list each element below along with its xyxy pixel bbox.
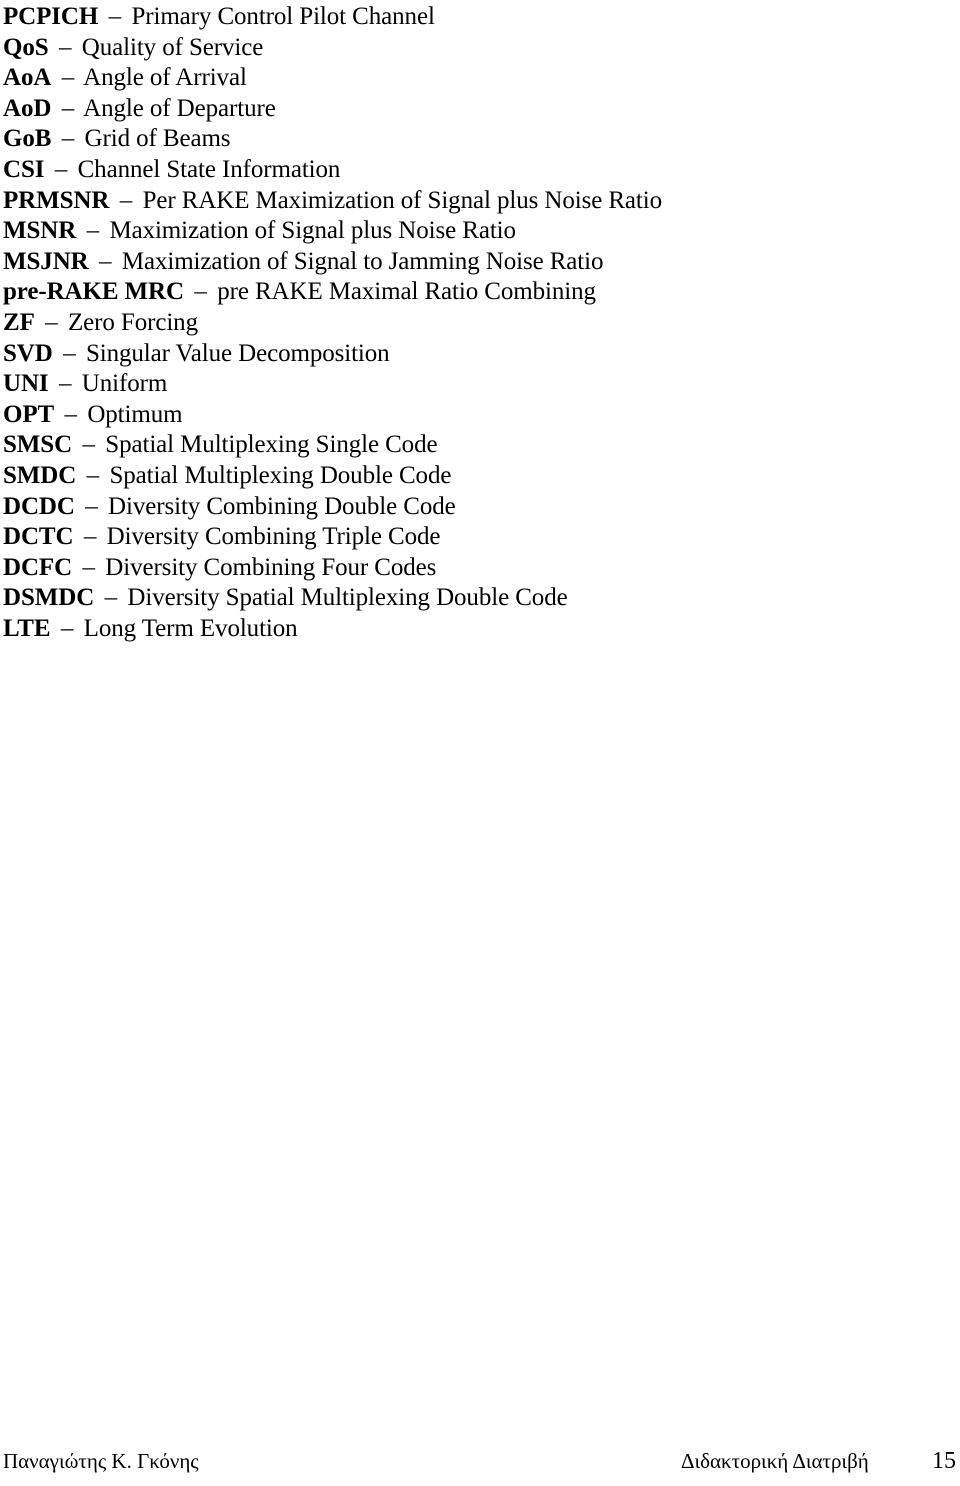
abbreviation-definition: Primary Control Pilot Channel (131, 3, 435, 30)
footer-document-type: Διδακτορική Διατριβή (681, 1449, 869, 1473)
abbreviation-definition: Long Term Evolution (83, 614, 298, 642)
abbreviation-entry: ZF – Zero Forcing (3, 308, 933, 339)
abbreviation-term: MSNR (3, 217, 77, 245)
abbreviation-definition: Diversity Combining Triple Code (106, 523, 441, 551)
abbreviation-term: SMDC (3, 461, 77, 489)
abbreviation-separator: – (63, 339, 76, 367)
abbreviation-definition: Spatial Multiplexing Double Code (109, 461, 452, 489)
abbreviation-entry: SVD – Singular Value Decomposition (3, 339, 933, 370)
abbreviation-definition: Zero Forcing (67, 308, 198, 336)
abbreviation-entry: AoA – Angle of Arrival (3, 63, 933, 94)
footer-page-number: 15 (932, 1448, 956, 1474)
abbreviation-entry: MSNR – Maximization of Signal plus Noise… (3, 216, 933, 247)
abbreviation-separator: – (58, 33, 72, 61)
abbreviation-entry: DSMDC – Diversity Spatial Multiplexing D… (3, 583, 933, 614)
abbreviation-entry: GoB – Grid of Beams (3, 124, 933, 155)
abbreviation-definition: Maximization of Signal to Jamming Noise … (121, 247, 604, 275)
abbreviation-entry: UNI – Uniform (3, 369, 933, 400)
abbreviation-separator: – (86, 217, 100, 245)
abbreviation-term: SMSC (3, 431, 73, 459)
abbreviation-definition: Maximization of Signal plus Noise Ratio (109, 217, 516, 245)
abbreviation-term: CSI (3, 155, 45, 183)
abbreviation-definition: Per RAKE Maximization of Signal plus Noi… (142, 186, 663, 214)
abbreviation-definition: Singular Value Decomposition (85, 339, 390, 367)
abbreviation-term: GoB (3, 125, 52, 153)
abbreviation-separator: – (119, 186, 133, 214)
abbreviation-definition: Quality of Service (81, 33, 264, 61)
abbreviation-list: PCPICH – Primary Control Pilot Channel Qo… (3, 2, 933, 644)
abbreviation-separator: – (58, 370, 72, 398)
page-footer: Παναγιώτης Κ. Γκόνης Διδακτορική Διατριβ… (0, 1446, 960, 1486)
abbreviation-term: PCPICH (3, 3, 99, 30)
abbreviation-separator: – (45, 308, 58, 336)
abbreviation-entry: SMDC – Spatial Multiplexing Double Code (3, 461, 933, 492)
abbreviation-term: pre-RAKE MRC (3, 278, 184, 306)
abbreviation-entry: SMSC – Spatial Multiplexing Single Code (3, 430, 933, 461)
abbreviation-entry: PCPICH – Primary Control Pilot Channel (3, 2, 933, 33)
abbreviation-entry: DCDC – Diversity Combining Double Code (3, 492, 933, 523)
abbreviation-term: DCTC (3, 523, 74, 551)
abbreviation-separator: – (194, 278, 207, 306)
abbreviation-term: LTE (3, 614, 51, 642)
abbreviation-separator: – (85, 492, 98, 520)
abbreviation-separator: – (61, 94, 75, 122)
abbreviation-separator: – (61, 64, 75, 92)
abbreviation-term: AoD (3, 94, 52, 122)
abbreviation-entry: CSI – Channel State Information (3, 155, 933, 186)
abbreviation-entry: DCFC – Diversity Combining Four Codes (3, 553, 933, 584)
abbreviation-term: QoS (3, 33, 49, 61)
abbreviation-separator: – (83, 523, 97, 551)
abbreviation-entry: pre-RAKE MRC – pre RAKE Maximal Ratio Co… (3, 277, 933, 308)
abbreviation-definition: Channel State Information (77, 155, 341, 183)
abbreviation-definition: Diversity Combining Double Code (108, 492, 456, 520)
abbreviation-entry: MSJNR – Maximization of Signal to Jammin… (3, 247, 933, 278)
abbreviation-definition: pre RAKE Maximal Ratio Combining (217, 278, 596, 306)
footer-author: Παναγιώτης Κ. Γκόνης (3, 1449, 199, 1473)
abbreviation-entry: AoD – Angle of Departure (3, 94, 933, 125)
abbreviation-entry: OPT – Optimum (3, 400, 933, 431)
abbreviation-entry: QoS – Quality of Service (3, 33, 933, 64)
abbreviation-separator: – (86, 461, 100, 489)
abbreviation-entry: DCTC – Diversity Combining Triple Code (3, 522, 933, 553)
abbreviation-separator: – (64, 400, 78, 428)
abbreviation-term: ZF (3, 308, 35, 336)
abbreviation-term: AoA (3, 64, 52, 92)
abbreviation-separator: – (82, 553, 95, 581)
abbreviation-term: OPT (3, 400, 55, 428)
abbreviation-separator: – (99, 247, 112, 275)
abbreviation-term: DSMDC (3, 584, 95, 612)
abbreviation-entry: PRMSNR – Per RAKE Maximization of Signal… (3, 186, 933, 217)
document-page: PCPICH – Primary Control Pilot Channel Qo… (0, 0, 960, 1486)
abbreviation-definition: Diversity Spatial Multiplexing Double Co… (127, 584, 568, 612)
abbreviation-term: PRMSNR (3, 186, 110, 214)
abbreviation-definition: Angle of Arrival (83, 64, 247, 92)
abbreviation-separator: – (60, 614, 74, 642)
abbreviation-definition: Grid of Beams (84, 125, 231, 153)
abbreviation-definition: Uniform (81, 370, 168, 398)
abbreviation-entry: LTE – Long Term Evolution (3, 614, 933, 645)
abbreviation-term: DCFC (3, 553, 73, 581)
abbreviation-definition: Diversity Combining Four Codes (105, 553, 437, 581)
abbreviation-separator: – (61, 125, 75, 153)
abbreviation-term: UNI (3, 370, 49, 398)
abbreviation-separator: – (82, 431, 95, 459)
abbreviation-term: SVD (3, 339, 53, 367)
abbreviation-separator: – (104, 584, 118, 612)
abbreviation-term: DCDC (3, 492, 75, 520)
abbreviation-definition: Angle of Departure (83, 94, 276, 122)
abbreviation-definition: Spatial Multiplexing Single Code (105, 431, 438, 459)
abbreviation-term: MSJNR (3, 247, 89, 275)
abbreviation-separator: – (54, 155, 68, 183)
abbreviation-separator: – (108, 3, 122, 30)
abbreviation-definition: Optimum (87, 400, 183, 428)
